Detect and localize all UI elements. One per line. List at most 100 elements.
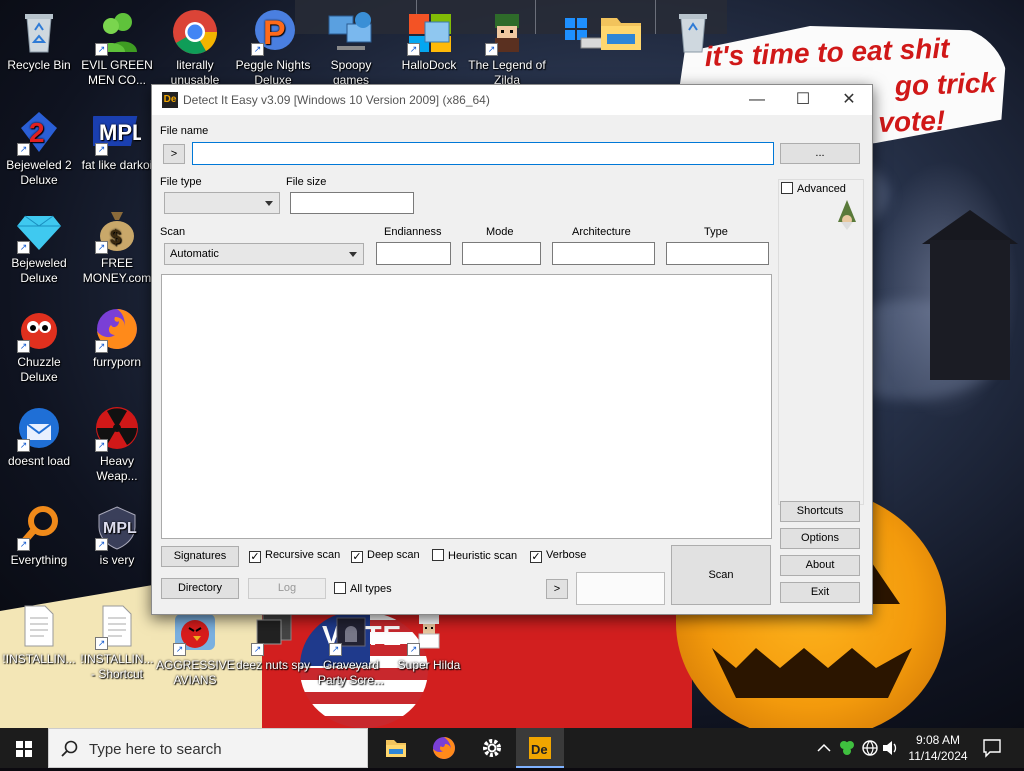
magnifier-icon: ↗ (15, 503, 63, 551)
desktop-icon-deez-nuts-spy[interactable]: ↗ deez nuts spy (234, 608, 312, 673)
tray-volume[interactable] (880, 728, 900, 768)
desktop-icon-fat-like-darkoi[interactable]: MPL ↗ fat like darkoi (78, 108, 156, 173)
scan-results-panel[interactable] (161, 274, 772, 539)
desktop-icon-legend-of-zilda[interactable]: ↗ The Legend of Zilda (468, 8, 546, 88)
scan-options-arrow-button[interactable]: > (546, 579, 568, 599)
all-types-checkbox[interactable]: All types (334, 582, 392, 595)
architecture-label: Architecture (572, 226, 631, 238)
taskbar: Type here to search De 9:08 AM 11/14/202… (0, 728, 1024, 768)
shortcut-arrow-icon: ↗ (173, 643, 186, 656)
scan-mode-dropdown[interactable]: Automatic (164, 243, 364, 265)
directory-button[interactable]: Directory (161, 578, 239, 599)
all-types-check-icon (334, 582, 346, 594)
text-file-icon: ↗ (93, 602, 141, 650)
svg-text:2: 2 (29, 117, 45, 148)
show-hidden-icons-button[interactable] (814, 728, 834, 768)
shortcuts-button[interactable]: Shortcuts (780, 501, 860, 522)
desktop-icon-super-hilda[interactable]: ↗ Super Hilda (390, 608, 468, 673)
shortcut-arrow-icon: ↗ (95, 637, 108, 650)
type-field (666, 242, 769, 265)
recent-files-button[interactable]: > (163, 144, 185, 164)
green-men-icon: ↗ (93, 8, 141, 56)
desktop-icon-folder[interactable] (582, 8, 660, 58)
maximize-button[interactable]: ☐ (780, 85, 826, 115)
file-name-input[interactable] (192, 142, 774, 165)
scan-button[interactable]: Scan (671, 545, 771, 605)
heuristic-scan-checkbox[interactable]: Heuristic scan (432, 549, 517, 562)
desktop-icon-everything[interactable]: ↗ Everything (0, 503, 78, 568)
notifications-button[interactable] (978, 728, 1006, 768)
desktop-icon-furryporn[interactable]: ↗ furryporn (78, 305, 156, 370)
desktop-icon-heavy-weap[interactable]: ↗ Heavy Weap... (78, 404, 156, 484)
verbose-checkbox[interactable]: ✓ Verbose (530, 549, 586, 563)
options-button[interactable]: Options (780, 528, 860, 549)
recursive-scan-checkbox[interactable]: ✓ Recursive scan (249, 549, 340, 563)
desktop-icon-is-very[interactable]: MPL ↗ is very (78, 503, 156, 568)
gear-icon (483, 739, 501, 757)
desktop-icon-bejeweled[interactable]: ↗ Bejeweled Deluxe (0, 206, 78, 286)
desktop-icon-evil-green-men[interactable]: ↗ EVIL GREEN MEN CO... (78, 8, 156, 88)
start-button[interactable] (0, 728, 48, 768)
svg-text:De: De (531, 742, 548, 757)
taskbar-settings[interactable] (468, 728, 516, 768)
heuristic-check-icon (432, 549, 444, 561)
title-bar[interactable]: De Detect It Easy v3.09 [Windows 10 Vers… (152, 85, 872, 115)
taskbar-firefox[interactable] (420, 728, 468, 768)
hallodock-icon: ↗ (405, 8, 453, 56)
detect-it-easy-window: De Detect It Easy v3.09 [Windows 10 Vers… (151, 84, 873, 615)
desktop-icon-peggle-nights[interactable]: P ↗ Peggle Nights Deluxe (234, 8, 312, 88)
desktop-icon-doesnt-load[interactable]: ↗ doesnt load (0, 404, 78, 469)
recycle-bin-icon (15, 8, 63, 56)
desktop-icon-spoopy-games[interactable]: Spoopy games (312, 8, 390, 88)
verbose-check-icon: ✓ (530, 551, 542, 563)
desktop-icon-chuzzle[interactable]: ↗ Chuzzle Deluxe (0, 305, 78, 385)
tray-app-clover[interactable] (836, 728, 858, 768)
desktop-icon-bejeweled-2[interactable]: 2 ↗ Bejeweled 2 Deluxe (0, 108, 78, 188)
super-hilda-icon: ↗ (405, 608, 453, 656)
desktop-icon-recycle-bin-2[interactable] (654, 8, 732, 58)
taskbar-detect-it-easy[interactable]: De (516, 728, 564, 768)
progress-box (576, 572, 665, 605)
notification-icon (983, 739, 1001, 758)
taskbar-clock[interactable]: 9:08 AM 11/14/2024 (900, 732, 976, 764)
tray-network[interactable] (860, 728, 880, 768)
desktop-icon-literally-unusable[interactable]: literally unusable (156, 8, 234, 88)
graveyard-icon: ↗ (327, 608, 375, 656)
browse-file-button[interactable]: ... (780, 143, 860, 164)
text-file-icon (15, 602, 63, 650)
svg-text:P: P (263, 14, 286, 52)
chevron-up-icon (817, 743, 831, 752)
desktop-icon-graveyard[interactable]: ↗ Graveyard Party Scre... (312, 608, 390, 688)
desktop-icon-installing-1[interactable]: !INSTALLIN... (0, 602, 78, 667)
advanced-checkbox[interactable]: Advanced (781, 182, 846, 195)
file-type-dropdown[interactable] (164, 192, 280, 214)
exit-button[interactable]: Exit (780, 582, 860, 603)
firefox-icon (433, 737, 455, 759)
desktop-icon-aggressive-avians[interactable]: ↗ AGGRESSIVE AVIANS (156, 608, 235, 688)
zilda-character-icon: ↗ (483, 8, 531, 56)
shortcut-arrow-icon: ↗ (95, 340, 108, 353)
about-button[interactable]: About (780, 555, 860, 576)
recycle-bin-icon (669, 8, 717, 56)
file-size-label: File size (286, 176, 327, 188)
bejeweled-2-icon: 2 ↗ (15, 108, 63, 156)
shortcut-arrow-icon: ↗ (485, 43, 498, 56)
desktop-icon-free-money[interactable]: $ ↗ FREE MONEY.com (78, 206, 156, 286)
log-button[interactable]: Log (248, 578, 326, 599)
clock-time: 9:08 AM (915, 733, 961, 747)
endianness-label: Endianness (384, 226, 442, 238)
network-computers-icon (327, 8, 375, 56)
chrome-icon (171, 8, 219, 56)
minimize-button[interactable]: — (734, 85, 780, 115)
desktop-icon-installing-2[interactable]: ↗ !INSTALLIN... - Shortcut (78, 602, 156, 682)
desktop-icon-hallodock[interactable]: ↗ HalloDock (390, 8, 468, 73)
taskbar-search-box[interactable]: Type here to search (48, 728, 368, 768)
file-size-field (290, 192, 414, 214)
close-button[interactable]: ✕ (826, 85, 872, 115)
signatures-button[interactable]: Signatures (161, 546, 239, 567)
deep-scan-checkbox[interactable]: ✓ Deep scan (351, 549, 420, 563)
shortcut-arrow-icon: ↗ (95, 143, 108, 156)
taskbar-file-explorer[interactable] (372, 728, 420, 768)
angry-bird-icon: ↗ (171, 608, 219, 656)
desktop-icon-recycle-bin[interactable]: Recycle Bin (0, 8, 78, 73)
